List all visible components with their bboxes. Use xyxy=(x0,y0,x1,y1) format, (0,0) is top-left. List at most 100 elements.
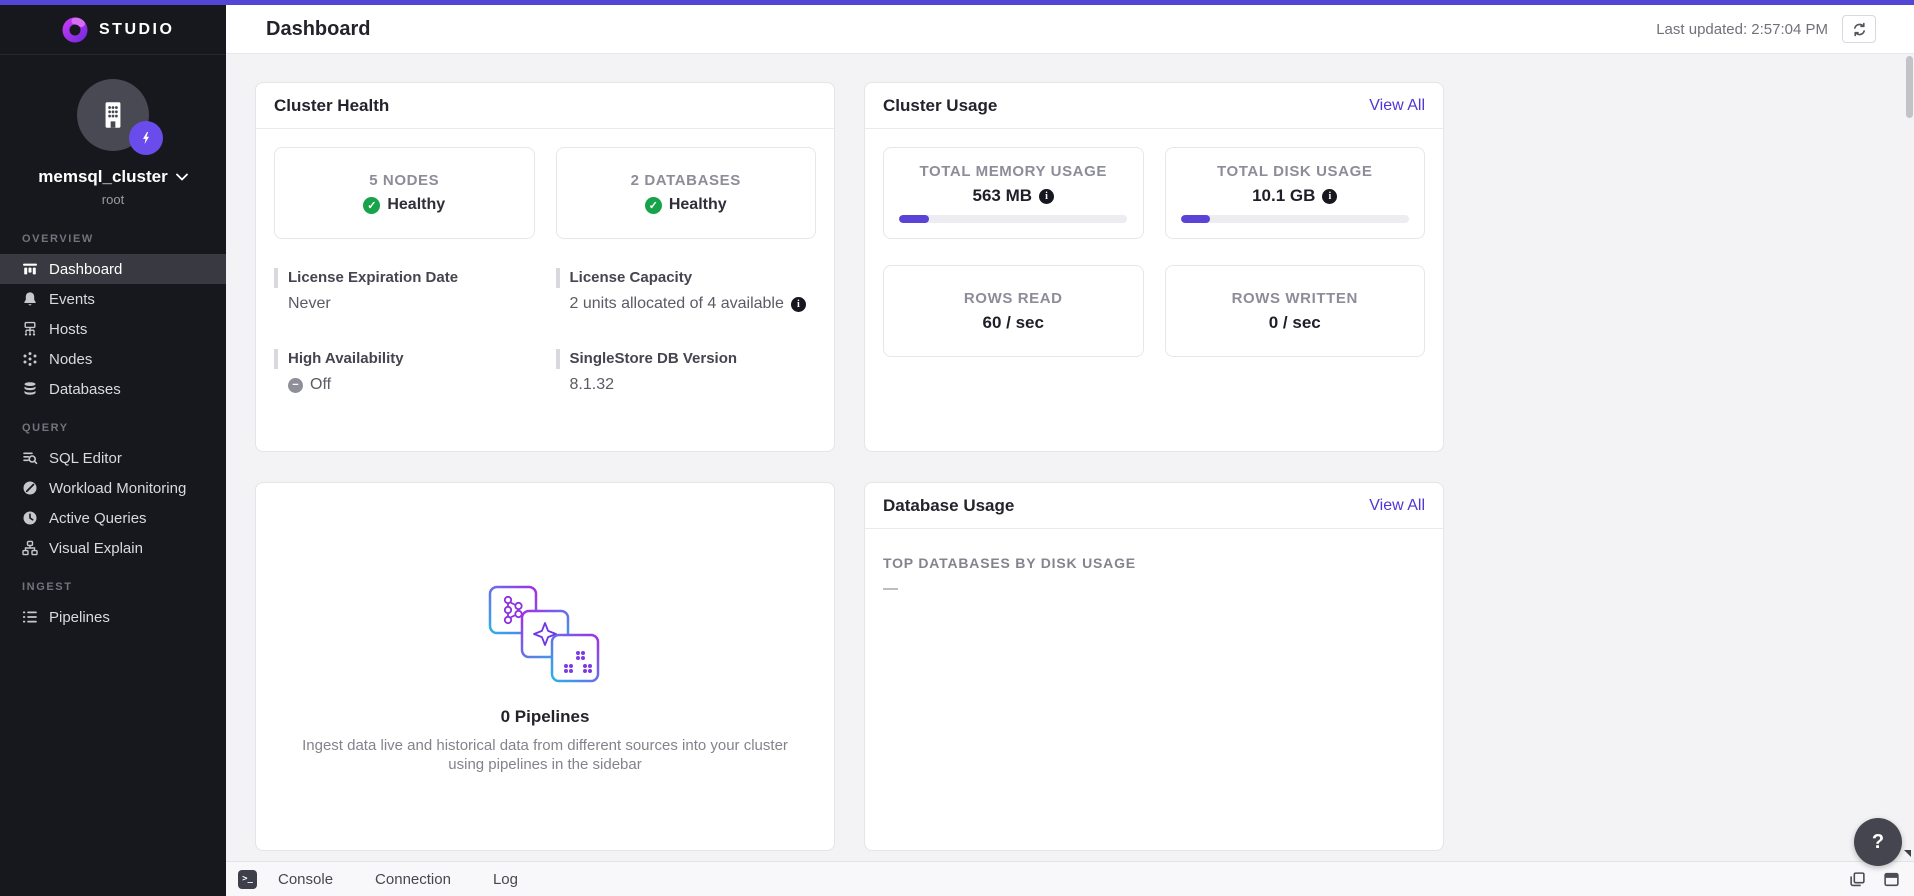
detail-value: Never xyxy=(288,295,331,312)
page-title: Dashboard xyxy=(266,17,371,40)
info-icon[interactable]: i xyxy=(790,296,806,312)
detail-value: Off xyxy=(310,376,332,393)
sidebar-item-nodes[interactable]: Nodes xyxy=(0,344,226,374)
detail-label: License Capacity xyxy=(555,268,817,288)
sidebar-item-workload-monitoring[interactable]: Workload Monitoring xyxy=(0,473,226,503)
pipelines-card: 0 Pipelines Ingest data live and histori… xyxy=(255,482,835,851)
memory-usage-progressbar xyxy=(899,215,1128,223)
card-title: Database Usage xyxy=(883,495,1015,515)
lightning-badge-icon xyxy=(129,121,163,155)
help-button[interactable]: ? xyxy=(1854,818,1902,866)
info-icon[interactable]: i xyxy=(1322,188,1338,204)
sidebar-item-label: SQL Editor xyxy=(49,449,122,467)
rows-written-tile: ROWS WRITTEN 0 / sec xyxy=(1164,265,1425,357)
dashboard-icon xyxy=(23,263,37,275)
memory-usage-value: 563 MB xyxy=(972,186,1033,205)
progress-fill xyxy=(1180,215,1211,223)
databases-health-tile: 2 DATABASES ✓ Healthy xyxy=(555,147,816,239)
info-icon[interactable]: i xyxy=(1039,188,1055,204)
healthy-check-icon: ✓ xyxy=(363,196,381,214)
sidebar: STUDIO memsql_cluster root OVERVIEW Dash… xyxy=(0,5,226,896)
sql-editor-icon xyxy=(23,452,38,465)
sidebar-item-pipelines[interactable]: Pipelines xyxy=(0,602,226,632)
database-usage-view-all-link[interactable]: View All xyxy=(1369,497,1425,515)
sidebar-item-visual-explain[interactable]: Visual Explain xyxy=(0,533,226,563)
healthy-check-icon: ✓ xyxy=(644,196,662,214)
sidebar-item-events[interactable]: Events xyxy=(0,284,226,314)
detail-value: 8.1.32 xyxy=(569,376,614,393)
sidebar-item-label: Nodes xyxy=(49,350,93,368)
copy-windows-icon[interactable] xyxy=(1849,871,1866,888)
memory-usage-tile: TOTAL MEMORY USAGE 563 MB i xyxy=(883,147,1144,239)
refresh-button[interactable] xyxy=(1842,15,1876,43)
pipelines-empty-title: 0 Pipelines xyxy=(500,707,590,726)
pipelines-icon xyxy=(23,611,37,623)
card-title: Cluster Health xyxy=(274,95,390,115)
cluster-usage-view-all-link[interactable]: View All xyxy=(1369,97,1425,115)
sidebar-item-label: Visual Explain xyxy=(49,539,143,557)
sidebar-nav: OVERVIEW Dashboard Events Hosts Nodes Da… xyxy=(0,215,226,632)
tree-icon xyxy=(22,540,38,556)
last-updated-text: Last updated: 2:57:04 PM xyxy=(1656,20,1828,38)
cluster-selector[interactable]: memsql_cluster xyxy=(0,167,226,187)
app-root: STUDIO memsql_cluster root OVERVIEW Dash… xyxy=(0,5,1914,896)
sidebar-item-databases[interactable]: Databases xyxy=(0,374,226,404)
app-title: STUDIO xyxy=(99,20,175,38)
nav-section-ingest: INGEST xyxy=(22,581,73,593)
rows-read-value: 60 / sec xyxy=(982,312,1044,332)
pipelines-illustration xyxy=(488,585,602,685)
nodes-icon xyxy=(23,352,37,366)
sidebar-item-label: Dashboard xyxy=(49,260,123,278)
rows-written-value: 0 / sec xyxy=(1268,312,1321,332)
resize-grip[interactable] xyxy=(1904,850,1911,857)
studio-logo-icon xyxy=(62,17,88,43)
sidebar-item-active-queries[interactable]: Active Queries xyxy=(0,503,226,533)
cluster-usage-card: Cluster Usage View All TOTAL MEMORY USAG… xyxy=(864,82,1444,452)
cluster-avatar[interactable] xyxy=(77,79,163,155)
cluster-block: memsql_cluster root xyxy=(0,55,226,207)
page-header: Dashboard Last updated: 2:57:04 PM xyxy=(226,5,1914,54)
refresh-icon xyxy=(1853,22,1865,36)
nodes-health-tile: 5 NODES ✓ Healthy xyxy=(274,147,535,239)
top-databases-subtitle: TOP DATABASES BY DISK USAGE xyxy=(883,555,1136,571)
sidebar-item-hosts[interactable]: Hosts xyxy=(0,314,226,344)
sidebar-item-label: Events xyxy=(49,290,95,308)
sidebar-item-label: Hosts xyxy=(49,320,88,338)
detail-license-expiration: License Expiration Date Never xyxy=(274,268,535,313)
detail-label: High Availability xyxy=(274,349,535,369)
disk-usage-tile: TOTAL DISK USAGE 10.1 GB i xyxy=(1164,147,1425,239)
dashboard-content: Cluster Health 5 NODES ✓ Healthy 2 DATAB… xyxy=(226,54,1914,861)
bell-icon xyxy=(24,292,36,306)
tile-label: TOTAL DISK USAGE xyxy=(1217,163,1373,180)
empty-value-dash: — xyxy=(883,580,898,597)
detail-label: License Expiration Date xyxy=(274,268,535,288)
tab-log[interactable]: Log xyxy=(493,871,518,888)
tab-console[interactable]: Console xyxy=(278,871,333,888)
detail-high-availability: High Availability − Off xyxy=(274,349,535,394)
sidebar-item-label: Active Queries xyxy=(49,509,147,527)
sidebar-item-label: Databases xyxy=(49,380,121,398)
cluster-user: root xyxy=(101,192,125,207)
tile-label: ROWS WRITTEN xyxy=(1231,289,1358,307)
sidebar-item-label: Workload Monitoring xyxy=(49,479,187,497)
gauge-icon xyxy=(23,481,37,495)
tile-label: 5 NODES xyxy=(369,172,440,189)
cluster-name: memsql_cluster xyxy=(38,167,168,186)
clock-icon xyxy=(23,511,37,525)
sidebar-item-label: Pipelines xyxy=(49,608,110,626)
sidebar-item-sql-editor[interactable]: SQL Editor xyxy=(0,443,226,473)
tile-label: ROWS READ xyxy=(963,289,1063,307)
building-icon xyxy=(96,98,130,132)
rows-read-tile: ROWS READ 60 / sec xyxy=(883,265,1144,357)
pipelines-empty-description: Ingest data live and historical data fro… xyxy=(302,737,788,773)
card-title: Cluster Usage xyxy=(883,95,998,115)
vertical-scrollbar[interactable] xyxy=(1906,56,1913,118)
sidebar-item-dashboard[interactable]: Dashboard xyxy=(0,254,226,284)
terminal-icon[interactable]: >_ xyxy=(238,869,257,889)
panel-window-icon[interactable] xyxy=(1883,871,1900,888)
tab-connection[interactable]: Connection xyxy=(375,871,451,888)
databases-icon xyxy=(24,382,36,395)
detail-license-capacity: License Capacity 2 units allocated of 4 … xyxy=(555,268,817,313)
app-logo[interactable]: STUDIO xyxy=(0,5,226,55)
hosts-icon xyxy=(24,321,36,336)
